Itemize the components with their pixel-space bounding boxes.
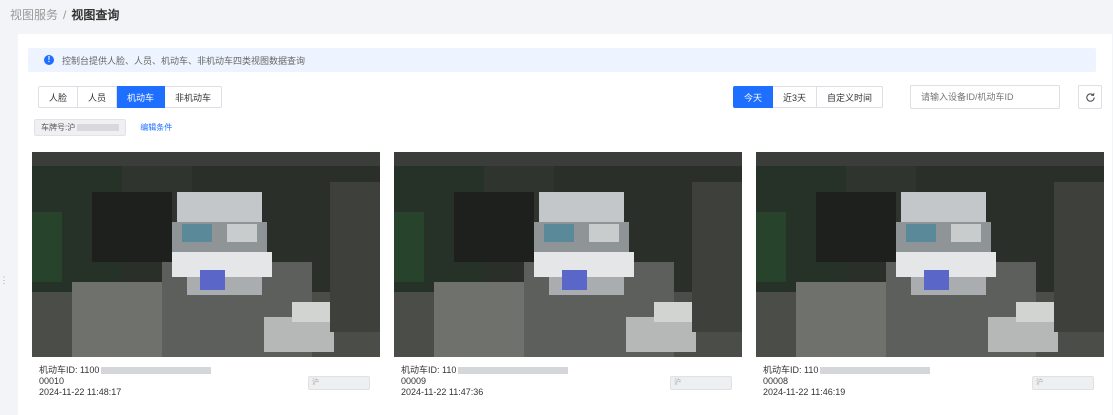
type-tabs: 人脸 人员 机动车 非机动车 — [38, 86, 223, 108]
info-text: 控制台提供人脸、人员、机动车、非机动车四类视图数据查询 — [62, 55, 306, 66]
vehicle-snapshot-image[interactable] — [394, 152, 742, 357]
vehicle-id-label: 机动车ID: 1100 — [39, 365, 100, 375]
plate-badge[interactable]: 沪 — [308, 376, 370, 390]
plate-condition-label: 车牌号:沪 — [41, 123, 76, 132]
card-info: 机动车ID: 110 00009 2024-11-22 11:47:36 — [401, 365, 569, 398]
plate-redaction — [77, 124, 120, 131]
time-tab-today[interactable]: 今天 — [733, 86, 774, 108]
tab-non-motor-vehicle[interactable]: 非机动车 — [165, 86, 223, 108]
refresh-icon — [1085, 92, 1095, 102]
tab-motor-vehicle[interactable]: 机动车 — [117, 86, 166, 108]
search-input[interactable] — [910, 85, 1060, 109]
id-redaction — [820, 367, 931, 375]
edit-condition-link[interactable]: 编辑条件 — [140, 122, 172, 133]
tab-person[interactable]: 人员 — [78, 86, 118, 108]
card-info: 机动车ID: 110 00008 2024-11-22 11:46:19 — [763, 365, 931, 398]
id-redaction — [101, 367, 212, 375]
breadcrumb-parent[interactable]: 视图服务 — [10, 8, 58, 22]
capture-time: 2024-11-22 11:47:36 — [401, 387, 484, 397]
capture-time: 2024-11-22 11:48:17 — [39, 387, 122, 397]
plate-condition-tag[interactable]: 车牌号:沪 — [34, 119, 127, 136]
vehicle-snapshot-image[interactable] — [756, 152, 1104, 357]
card-info: 机动车ID: 1100 00010 2024-11-22 11:48:17 — [39, 365, 212, 398]
breadcrumb-current: 视图查询 — [71, 8, 120, 22]
vehicle-seq: 00008 — [763, 376, 789, 386]
breadcrumb-separator: / — [63, 8, 67, 22]
main-panel: ! 控制台提供人脸、人员、机动车、非机动车四类视图数据查询 人脸 人员 机动车 … — [18, 34, 1112, 415]
vehicle-seq: 00010 — [39, 376, 65, 386]
refresh-button[interactable] — [1078, 85, 1102, 109]
sidebar-collapse-handle[interactable]: ⋮ — [0, 268, 9, 292]
vehicle-snapshot-image[interactable] — [32, 152, 380, 357]
time-range-tabs: 今天 近3天 自定义时间 — [733, 86, 884, 108]
vehicle-id-label: 机动车ID: 110 — [401, 365, 457, 375]
vehicle-seq: 00009 — [401, 376, 427, 386]
info-banner: ! 控制台提供人脸、人员、机动车、非机动车四类视图数据查询 — [28, 48, 1096, 72]
tab-face[interactable]: 人脸 — [38, 86, 79, 108]
id-redaction — [458, 367, 569, 375]
info-icon: ! — [44, 55, 54, 65]
vehicle-card[interactable]: 机动车ID: 110 00009 2024-11-22 11:47:36 沪 — [394, 152, 742, 402]
breadcrumb: 视图服务 / 视图查询 — [10, 6, 119, 23]
vehicle-id-label: 机动车ID: 110 — [763, 365, 819, 375]
condition-row: 车牌号:沪 编辑条件 — [34, 119, 172, 136]
plate-badge[interactable]: 沪 — [670, 376, 732, 390]
plate-badge[interactable]: 沪 — [1032, 376, 1094, 390]
time-tab-custom[interactable]: 自定义时间 — [817, 86, 884, 108]
capture-time: 2024-11-22 11:46:19 — [763, 387, 846, 397]
vehicle-card[interactable]: 机动车ID: 1100 00010 2024-11-22 11:48:17 沪 — [32, 152, 380, 402]
time-tab-3days[interactable]: 近3天 — [773, 86, 818, 108]
vehicle-card[interactable]: 机动车ID: 110 00008 2024-11-22 11:46:19 沪 — [756, 152, 1104, 402]
